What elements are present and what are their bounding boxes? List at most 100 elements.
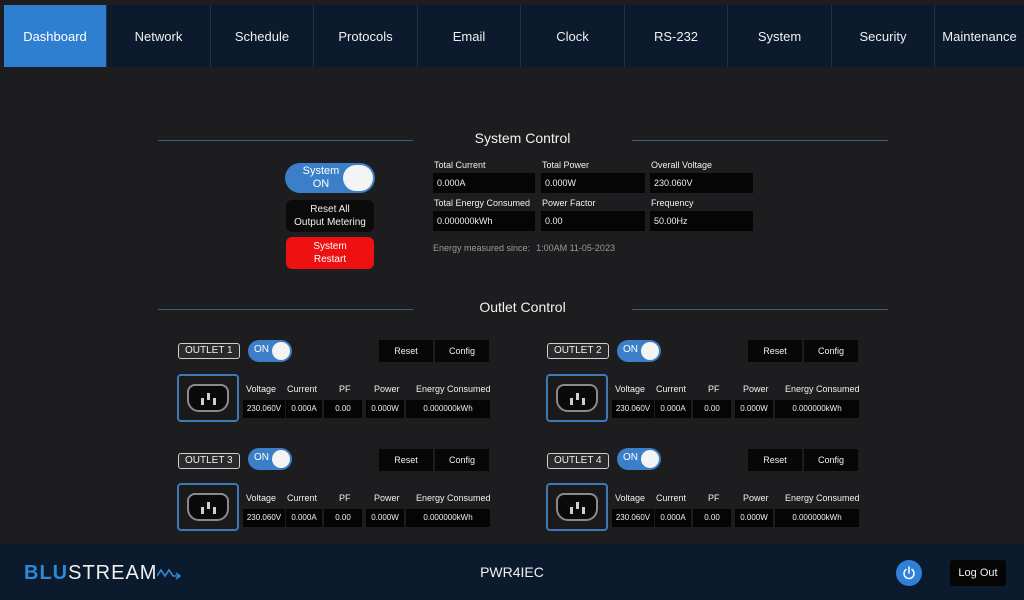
total-power-label: Total Power	[542, 160, 590, 170]
power-icon	[903, 566, 915, 580]
toggle-knob	[641, 450, 659, 468]
overall-voltage-label: Overall Voltage	[651, 160, 713, 170]
total-energy-label: Total Energy Consumed	[434, 198, 531, 208]
system-power-toggle[interactable]: System ON	[285, 163, 375, 193]
col-pf: PF	[339, 384, 351, 394]
tab-maintenance[interactable]: Maintenance	[935, 5, 1024, 67]
restart-line2: Restart	[313, 254, 347, 265]
toggle-knob	[272, 450, 290, 468]
system-toggle-label-line2: ON	[312, 178, 330, 190]
restart-line1: System	[313, 241, 347, 252]
outlet-4-reset-button[interactable]: Reset	[748, 449, 802, 471]
col-energy: Energy Consumed	[785, 384, 860, 394]
outlet-2-toggle[interactable]: ON	[617, 340, 661, 362]
outlet-1-config-button[interactable]: Config	[435, 340, 489, 362]
col-voltage: Voltage	[615, 384, 646, 394]
toggle-knob	[272, 342, 290, 360]
col-voltage: Voltage	[246, 384, 277, 394]
outlet-1-socket-icon	[177, 374, 239, 422]
total-energy-value: 0.000000kWh	[433, 211, 535, 231]
reset-all-line2: Output Metering	[294, 217, 366, 228]
outlet-1-name: OUTLET 1	[178, 343, 240, 359]
col-voltage: Voltage	[246, 493, 277, 503]
tab-clock[interactable]: Clock	[521, 5, 625, 67]
col-energy: Energy Consumed	[416, 493, 491, 503]
outlet-2-socket-icon	[546, 374, 608, 422]
tab-dashboard[interactable]: Dashboard	[4, 5, 107, 67]
frequency-value: 50.00Hz	[650, 211, 753, 231]
col-pf: PF	[708, 384, 720, 394]
col-current: Current	[287, 493, 318, 503]
outlet-3-socket-icon	[177, 483, 239, 531]
col-energy: Energy Consumed	[416, 384, 491, 394]
outlet-1-power: 0.000W	[366, 400, 404, 418]
outlet-3-config-button[interactable]: Config	[435, 449, 489, 471]
col-voltage: Voltage	[615, 493, 646, 503]
outlet-1-toggle-label: ON	[254, 344, 269, 355]
outlet-1-voltage: 230.060V	[243, 400, 285, 418]
frequency-label: Frequency	[651, 198, 694, 208]
tab-network[interactable]: Network	[107, 5, 211, 67]
tab-system[interactable]: System	[728, 5, 832, 67]
tab-protocols[interactable]: Protocols	[314, 5, 418, 67]
outlet-4-toggle[interactable]: ON	[617, 448, 661, 470]
outlet-2-pf: 0.00	[693, 400, 731, 418]
outlet-1-reset-button[interactable]: Reset	[379, 340, 433, 362]
reset-all-metering-button[interactable]: Reset All Output Metering	[286, 200, 374, 232]
outlet-4-power: 0.000W	[735, 509, 773, 527]
outlet-1-toggle[interactable]: ON	[248, 340, 292, 362]
section-divider-left	[158, 140, 413, 141]
tab-rs232[interactable]: RS-232	[625, 5, 728, 67]
outlet-2-voltage: 230.060V	[612, 400, 654, 418]
outlet-3-toggle[interactable]: ON	[248, 448, 292, 470]
energy-since: Energy measured since: 1:00AM 11-05-2023	[433, 243, 615, 253]
outlet-2-toggle-label: ON	[623, 344, 638, 355]
toggle-knob	[343, 165, 373, 191]
outlet-4-voltage: 230.060V	[612, 509, 654, 527]
device-name: PWR4IEC	[480, 564, 544, 580]
outlet-2-current: 0.000A	[655, 400, 691, 418]
energy-since-label: Energy measured since:	[433, 243, 531, 253]
col-pf: PF	[708, 493, 720, 503]
tab-security[interactable]: Security	[832, 5, 935, 67]
outlet-4-name: OUTLET 4	[547, 453, 609, 469]
outlet-4-config-button[interactable]: Config	[804, 449, 858, 471]
energy-since-value: 1:00AM 11-05-2023	[536, 243, 615, 253]
system-restart-button[interactable]: System Restart	[286, 237, 374, 269]
outlet-4-toggle-label: ON	[623, 452, 638, 463]
reset-all-line1: Reset All	[310, 204, 350, 215]
tab-email[interactable]: Email	[418, 5, 521, 67]
outlet-2-reset-button[interactable]: Reset	[748, 340, 802, 362]
dashboard-page: Dashboard Network Schedule Protocols Ema…	[0, 0, 1024, 600]
toggle-knob	[641, 342, 659, 360]
outlet-4-socket-icon	[546, 483, 608, 531]
outlet-control-title: Outlet Control	[479, 299, 566, 315]
outlet-3-pf: 0.00	[324, 509, 362, 527]
outlet-2-energy: 0.000000kWh	[775, 400, 859, 418]
tab-schedule[interactable]: Schedule	[211, 5, 314, 67]
col-power: Power	[374, 493, 400, 503]
system-control-title: System Control	[474, 130, 571, 146]
outlet-3-toggle-label: ON	[254, 452, 269, 463]
col-current: Current	[287, 384, 318, 394]
section-divider-right	[632, 140, 888, 141]
total-current-label: Total Current	[434, 160, 486, 170]
outlet-4-energy: 0.000000kWh	[775, 509, 859, 527]
system-toggle-label-line1: System	[302, 165, 340, 177]
outlet-1-pf: 0.00	[324, 400, 362, 418]
outlet-1-energy: 0.000000kWh	[406, 400, 490, 418]
outlet-2-config-button[interactable]: Config	[804, 340, 858, 362]
outlet-3-energy: 0.000000kWh	[406, 509, 490, 527]
outlet-3-reset-button[interactable]: Reset	[379, 449, 433, 471]
power-button[interactable]	[896, 560, 922, 586]
total-current-value: 0.000A	[433, 173, 535, 193]
outlet-3-voltage: 230.060V	[243, 509, 285, 527]
total-power-value: 0.000W	[541, 173, 645, 193]
outlet-2-name: OUTLET 2	[547, 343, 609, 359]
power-factor-label: Power Factor	[542, 198, 596, 208]
logout-button[interactable]: Log Out	[950, 560, 1006, 586]
outlet-2-power: 0.000W	[735, 400, 773, 418]
power-factor-value: 0.00	[541, 211, 645, 231]
outlet-3-name: OUTLET 3	[178, 453, 240, 469]
outlet-3-power: 0.000W	[366, 509, 404, 527]
